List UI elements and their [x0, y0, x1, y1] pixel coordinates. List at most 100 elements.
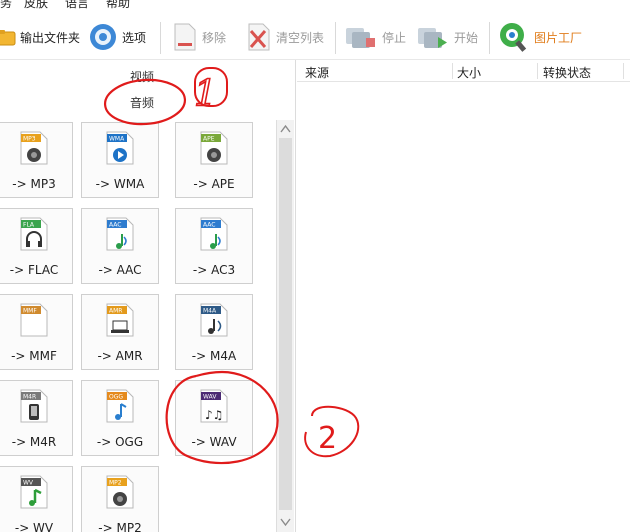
folder-icon	[0, 30, 16, 46]
format-tile-ape[interactable]: APE -> APE	[175, 122, 253, 198]
stop-button[interactable]: 停止	[344, 20, 406, 54]
remove-icon	[174, 23, 196, 51]
format-tile-label: -> MMF	[11, 349, 57, 363]
audio-file-icon: MP2	[106, 475, 134, 509]
image-factory-icon	[500, 23, 527, 52]
svg-text:AAC: AAC	[109, 222, 121, 229]
toolbar-separator	[335, 22, 336, 54]
audio-file-icon: APE	[200, 131, 228, 165]
format-tile-m4a[interactable]: M4A -> M4A	[175, 294, 253, 370]
scrollbar-thumb[interactable]	[279, 138, 292, 510]
format-tile-label: -> MP2	[98, 521, 142, 532]
format-tile-mp2[interactable]: MP2 -> MP2	[81, 466, 159, 532]
audio-file-icon: M4R	[20, 389, 48, 423]
audio-file-icon: M4A	[200, 303, 228, 337]
column-source[interactable]: 来源	[305, 64, 329, 81]
output-folder-label: 输出文件夹	[20, 30, 81, 45]
image-factory-button[interactable]: 图片工厂	[496, 20, 582, 54]
svg-text:MP3: MP3	[23, 136, 36, 143]
options-label: 选项	[122, 30, 147, 45]
audio-file-icon: WMA	[106, 131, 134, 165]
clear-list-label: 清空列表	[276, 30, 325, 45]
format-tile-label: -> AAC	[98, 263, 142, 277]
format-tile-wav[interactable]: WAV ♪♫ -> WAV	[175, 380, 253, 456]
format-tile-label: -> M4A	[191, 349, 237, 363]
audio-file-icon: MP3	[20, 131, 48, 165]
svg-text:M4A: M4A	[203, 308, 217, 315]
format-tile-amr[interactable]: AMR -> AMR	[81, 294, 159, 370]
format-tile-label: -> FLAC	[9, 263, 59, 277]
svg-text:WAV: WAV	[203, 394, 217, 401]
file-list-header: 来源 大小 转换状态	[297, 60, 630, 82]
audio-format-grid: MP3 -> MP3 WMA -> WMA APE -> APE FLA -> FLAC AAC…	[0, 120, 276, 532]
audio-file-icon: MMF	[20, 303, 48, 337]
clear-list-button[interactable]: 清空列表	[244, 20, 324, 54]
options-button[interactable]: 选项	[88, 20, 146, 54]
format-tile-label: -> MP3	[12, 177, 56, 191]
format-tile-label: -> WV	[14, 521, 54, 532]
svg-text:♪♫: ♪♫	[205, 408, 223, 422]
menu-help[interactable]: 帮助	[106, 0, 130, 11]
audio-file-icon: OGG	[106, 389, 134, 423]
format-tile-wv[interactable]: WV -> WV	[0, 466, 73, 532]
svg-text:FLA: FLA	[23, 222, 35, 229]
format-tile-ogg[interactable]: OGG -> OGG	[81, 380, 159, 456]
file-list[interactable]: 来源 大小 转换状态	[297, 60, 630, 532]
audio-file-icon: AAC	[106, 217, 134, 251]
toolbar: 输出文件夹 选项 移除 清空列表 停止 开始 图片工厂	[0, 14, 630, 60]
start-label: 开始	[454, 30, 479, 45]
start-button[interactable]: 开始	[416, 20, 478, 54]
svg-text:WMA: WMA	[109, 136, 125, 143]
format-tile-wma[interactable]: WMA -> WMA	[81, 122, 159, 198]
audio-file-icon: FLA	[20, 217, 48, 251]
svg-text:M4R: M4R	[23, 394, 36, 401]
category-video[interactable]: 视频	[130, 68, 154, 85]
format-panel: 视频 音频 MP3 -> MP3 WMA -> WMA APE -> APE FLA -> F…	[0, 60, 296, 532]
menu-task[interactable]: 务	[0, 0, 12, 11]
format-tile-mmf[interactable]: MMF -> MMF	[0, 294, 73, 370]
scroll-down-icon[interactable]	[279, 515, 292, 529]
format-tile-label: -> APE	[193, 177, 235, 191]
format-tile-aac[interactable]: AAC -> AAC	[81, 208, 159, 284]
svg-text:MMF: MMF	[23, 308, 37, 315]
audio-file-icon: WV	[20, 475, 48, 509]
format-tile-label: -> WAV	[191, 435, 237, 449]
format-tile-label: -> AMR	[97, 349, 143, 363]
stop-label: 停止	[382, 30, 407, 45]
menu-skin[interactable]: 皮肤	[24, 0, 48, 11]
column-divider	[452, 63, 453, 79]
format-scrollbar[interactable]	[276, 120, 294, 532]
format-tile-mp3[interactable]: MP3 -> MP3	[0, 122, 73, 198]
category-audio[interactable]: 音频	[130, 94, 154, 111]
start-icon	[418, 28, 447, 48]
audio-file-icon: AAC	[200, 217, 228, 251]
svg-text:APE: APE	[203, 136, 215, 143]
remove-button[interactable]: 移除	[170, 20, 226, 54]
format-tile-label: -> AC3	[192, 263, 236, 277]
menu-bar: 务 皮肤 语言 帮助	[0, 0, 630, 10]
remove-label: 移除	[202, 30, 227, 45]
scroll-up-icon[interactable]	[279, 122, 292, 136]
stop-icon	[346, 28, 375, 48]
image-factory-label: 图片工厂	[534, 30, 583, 45]
format-tile-aac[interactable]: AAC -> AC3	[175, 208, 253, 284]
toolbar-separator	[160, 22, 161, 54]
audio-file-icon: WAV ♪♫	[200, 389, 228, 423]
svg-text:AAC: AAC	[203, 222, 215, 229]
format-tile-fla[interactable]: FLA -> FLAC	[0, 208, 73, 284]
column-divider	[537, 63, 538, 79]
svg-text:OGG: OGG	[109, 394, 123, 401]
svg-text:AMR: AMR	[109, 308, 122, 315]
output-folder-button[interactable]: 输出文件夹	[0, 20, 80, 54]
column-status[interactable]: 转换状态	[543, 64, 591, 81]
format-tile-label: -> M4R	[11, 435, 57, 449]
audio-file-icon: AMR	[106, 303, 134, 337]
column-size[interactable]: 大小	[457, 64, 481, 81]
column-divider	[623, 63, 624, 79]
svg-text:MP2: MP2	[109, 480, 122, 487]
clear-list-icon	[248, 23, 270, 51]
format-tile-label: -> WMA	[95, 177, 145, 191]
format-tile-m4r[interactable]: M4R -> M4R	[0, 380, 73, 456]
svg-text:WV: WV	[23, 480, 34, 487]
menu-language[interactable]: 语言	[65, 0, 89, 11]
